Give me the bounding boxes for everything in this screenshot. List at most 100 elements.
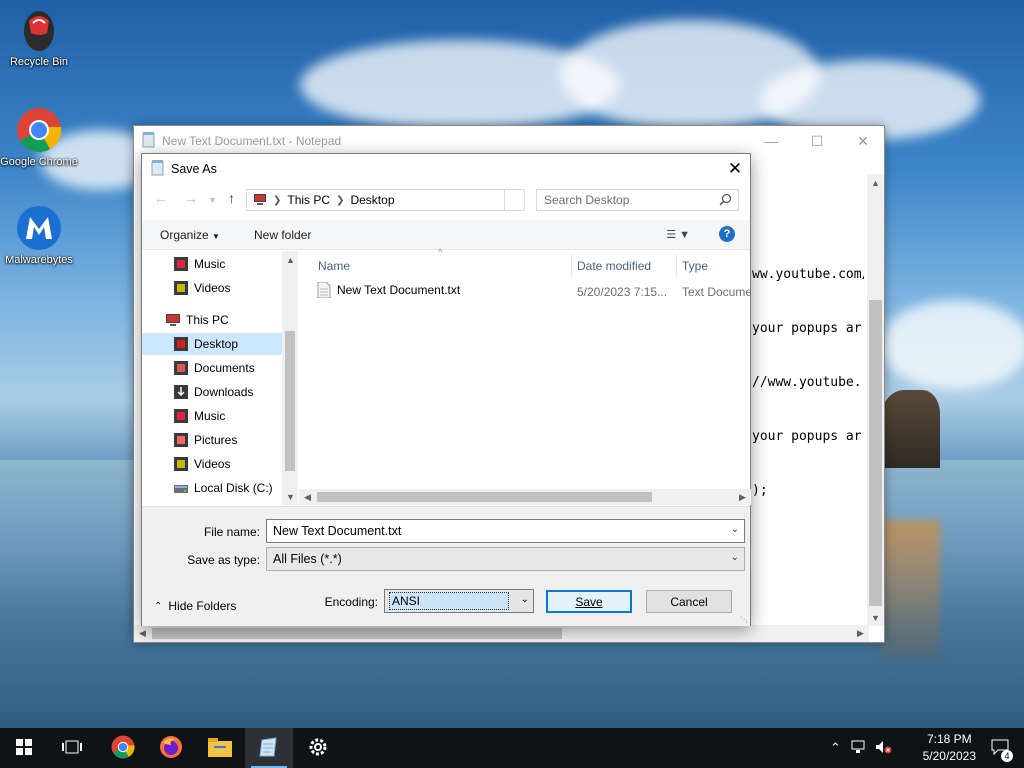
taskbar-file-explorer[interactable] — [196, 728, 244, 768]
nav-item-music[interactable]: Music — [142, 253, 282, 275]
nav-item-music[interactable]: Music — [142, 405, 282, 427]
column-header-type[interactable]: Type — [682, 259, 708, 273]
nav-item-videos[interactable]: Videos — [142, 277, 282, 299]
column-divider[interactable] — [676, 255, 677, 277]
notepad-text-line[interactable]: your popups ar — [752, 321, 864, 336]
desktop-icon-recycle-bin[interactable]: Recycle Bin — [0, 6, 78, 68]
scroll-thumb[interactable] — [285, 331, 295, 471]
taskbar-notepad[interactable] — [245, 728, 293, 768]
scroll-left-icon[interactable]: ◀ — [299, 489, 316, 506]
scroll-up-icon[interactable]: ▲ — [282, 251, 298, 268]
volume-muted-icon[interactable] — [875, 740, 893, 757]
scroll-thumb[interactable] — [152, 628, 562, 639]
nav-item-this-pc[interactable]: This PC — [142, 309, 282, 331]
resize-grip-icon[interactable]: ⋱ — [740, 615, 748, 624]
notepad-title: New Text Document.txt - Notepad — [162, 134, 342, 148]
dialog-close-button[interactable]: ✕ — [720, 154, 750, 184]
scroll-down-icon[interactable]: ▼ — [867, 609, 884, 626]
forward-arrow-icon[interactable]: → — [184, 190, 198, 206]
scroll-up-icon[interactable]: ▲ — [867, 174, 884, 191]
desktop-icon-google-chrome[interactable]: Google Chrome — [0, 106, 78, 168]
sort-ascending-icon: ^ — [438, 247, 443, 257]
chevron-up-icon: ⌃ — [154, 600, 163, 612]
encoding-select[interactable]: ANSI ⌄ — [384, 589, 534, 613]
close-button[interactable]: ✕ — [840, 126, 886, 156]
nav-item-local-disk[interactable]: Local Disk (C:) — [142, 477, 282, 499]
breadcrumb-desktop[interactable]: Desktop — [350, 193, 394, 207]
navigation-row: ← → ▼ ↑ ❯ This PC ❯ Desktop Search Deskt… — [142, 186, 750, 214]
minimize-button[interactable]: — — [748, 126, 794, 156]
address-bar[interactable]: ❯ This PC ❯ Desktop — [246, 189, 525, 211]
chevron-down-icon[interactable]: ⌄ — [731, 524, 739, 535]
column-divider[interactable] — [571, 255, 572, 277]
notepad-horizontal-scrollbar[interactable]: ◀ ▶ — [134, 625, 869, 642]
taskbar-chrome[interactable] — [99, 728, 147, 768]
nav-pane-scrollbar[interactable]: ▲ ▼ — [282, 251, 298, 505]
nav-item-label: Local Disk (C:) — [194, 481, 273, 495]
help-icon[interactable]: ? — [719, 226, 735, 242]
file-row[interactable]: New Text Document.txt — [317, 281, 460, 299]
up-arrow-icon[interactable]: ↑ — [228, 190, 235, 206]
save-as-dialog[interactable]: Save As ✕ ← → ▼ ↑ ❯ This PC ❯ Desktop Se… — [141, 153, 751, 626]
scroll-left-icon[interactable]: ◀ — [134, 625, 151, 642]
taskbar-settings[interactable] — [294, 728, 342, 768]
action-center-button[interactable]: 4 — [976, 728, 1024, 768]
save-as-type-select[interactable]: All Files (*.*) ⌄ — [266, 547, 745, 571]
view-options-icon[interactable]: ☰ ▼ — [666, 228, 690, 241]
pictures-folder-icon — [174, 433, 188, 447]
scroll-thumb[interactable] — [317, 492, 652, 502]
clock[interactable]: 7:18 PM 5/20/2023 — [923, 731, 976, 765]
new-folder-button[interactable]: New folder — [254, 228, 311, 242]
start-icon — [16, 738, 32, 758]
notepad-text-line[interactable]: ); — [752, 483, 864, 498]
chevron-down-icon: ⌄ — [520, 594, 529, 605]
chevron-down-icon: ⌄ — [730, 552, 739, 563]
save-button[interactable]: Save — [546, 590, 632, 613]
column-header-date-modified[interactable]: Date modified — [577, 259, 651, 273]
back-arrow-icon[interactable]: ← — [154, 190, 168, 206]
start-button[interactable] — [0, 728, 48, 768]
desktop-icon-label: Malwarebytes — [5, 254, 73, 266]
scroll-thumb[interactable] — [869, 300, 882, 606]
hide-folders-button[interactable]: ⌃ Hide Folders — [154, 599, 236, 613]
chrome-icon — [15, 106, 63, 154]
column-header-name[interactable]: Name — [318, 259, 350, 273]
desktop-icon-malwarebytes[interactable]: Malwarebytes — [0, 204, 78, 266]
save-button-label: Save — [575, 594, 603, 609]
save-as-type-value: All Files (*.*) — [273, 552, 342, 566]
scroll-right-icon[interactable]: ▶ — [734, 489, 751, 506]
address-dropdown[interactable] — [504, 190, 524, 210]
file-list: ^ Name Date modified Type New Text Docum… — [299, 247, 751, 505]
file-list-horizontal-scrollbar[interactable]: ◀ ▶ — [299, 489, 751, 505]
scroll-right-icon[interactable]: ▶ — [852, 625, 869, 642]
nav-item-documents[interactable]: Documents — [142, 357, 282, 379]
hide-folders-label: Hide Folders — [168, 599, 237, 613]
recent-locations-chevron-icon[interactable]: ▼ — [208, 195, 217, 205]
notepad-text-line[interactable]: your popups ar — [752, 429, 864, 444]
maximize-button[interactable]: ☐ — [794, 126, 840, 156]
scroll-down-icon[interactable]: ▼ — [282, 488, 298, 505]
dialog-titlebar[interactable]: Save As — [142, 154, 750, 184]
settings-icon — [308, 737, 328, 760]
cancel-button[interactable]: Cancel — [646, 590, 732, 613]
nav-item-pictures[interactable]: Pictures — [142, 429, 282, 451]
network-icon[interactable] — [851, 740, 867, 757]
nav-item-videos[interactable]: Videos — [142, 453, 282, 475]
breadcrumb-this-pc[interactable]: This PC — [287, 193, 330, 207]
nav-item-label: This PC — [186, 313, 229, 327]
notepad-vertical-scrollbar[interactable]: ▲ ▼ — [867, 174, 884, 626]
taskbar-firefox[interactable] — [147, 728, 195, 768]
videos-folder-icon — [174, 281, 188, 295]
encoding-value: ANSI — [389, 592, 509, 610]
notepad-text-line[interactable]: ww.youtube.com/w — [752, 267, 864, 282]
notepad-text-line[interactable]: //www.youtube. — [752, 375, 864, 390]
nav-item-label: Documents — [194, 361, 255, 375]
show-hidden-icons-icon[interactable]: ⌃ — [830, 740, 841, 756]
nav-item-downloads[interactable]: Downloads — [142, 381, 282, 403]
search-input[interactable]: Search Desktop — [536, 189, 739, 211]
notepad-icon — [151, 159, 165, 179]
nav-item-desktop[interactable]: Desktop — [142, 333, 282, 355]
task-view-button[interactable] — [48, 728, 96, 768]
organize-button[interactable]: Organize ▼ — [160, 228, 220, 242]
file-name-input[interactable]: New Text Document.txt ⌄ — [266, 519, 745, 543]
